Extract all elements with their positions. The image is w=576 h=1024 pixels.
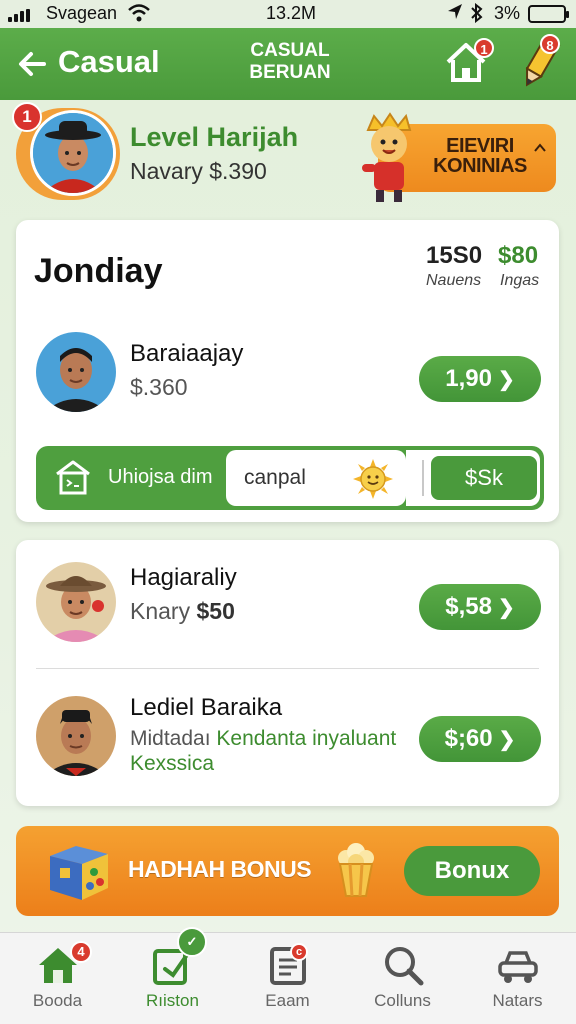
- carrier-name: Svagean: [46, 3, 118, 23]
- stat-label-2: Ingas: [500, 272, 540, 289]
- bluetooth-icon: [470, 2, 484, 28]
- level-badge: 1: [12, 102, 42, 132]
- header-subtitle: CASUAL BERUAN: [230, 40, 350, 84]
- person-balance: $.360: [130, 374, 188, 400]
- gift-box-icon: [46, 842, 112, 902]
- status-bar: Svagean 13.2M 3%: [0, 0, 576, 28]
- person-details-highlight: Kendanta inyaluant: [216, 727, 397, 750]
- edit-button[interactable]: 8: [516, 34, 566, 90]
- chevron-right-icon: ❯: [497, 597, 515, 619]
- amount-button[interactable]: 1,90 ❯: [419, 356, 541, 402]
- amount-label: $,58: [445, 593, 492, 620]
- bottom-tab-bar: 4 Booda ✓ Rıiston c Eaam Colluns Natars: [0, 927, 576, 1024]
- user-portrait-icon: [36, 562, 116, 642]
- level-row: 1 Level Harijah Navary $.390 EIEVIRI KON…: [0, 100, 576, 212]
- tab-exam[interactable]: c Eaam: [230, 933, 345, 1024]
- level-balance: Navary $.390: [130, 158, 267, 184]
- check-circle-icon: ✓: [177, 927, 207, 957]
- tab-search-label: Colluns: [374, 991, 431, 1010]
- car-icon: [498, 951, 538, 983]
- wifi-icon: [128, 3, 150, 28]
- user-portrait-icon: [36, 332, 116, 412]
- tab-home-label: Booda: [32, 991, 83, 1010]
- store-icon: [54, 458, 92, 496]
- tab-tasks[interactable]: ✓ Rıiston: [115, 927, 230, 1024]
- chevron-up-icon: [534, 140, 546, 156]
- action-submit-button[interactable]: $Sk: [431, 456, 537, 500]
- level-title: Level Harijah: [130, 122, 299, 152]
- card-title: Jondiay: [34, 252, 163, 290]
- divider: [422, 460, 424, 496]
- clock: 13.2M: [266, 3, 317, 23]
- tab-home[interactable]: 4 Booda: [0, 933, 115, 1024]
- location-icon: [447, 3, 463, 26]
- bonus-label: HADHAH BONUS: [128, 856, 312, 882]
- mascot-icon: [354, 110, 424, 206]
- promo-line2: KONINIAS: [433, 155, 527, 177]
- tab-exam-label: Eaam: [265, 991, 310, 1010]
- tab-vehicles-label: Natars: [492, 991, 543, 1010]
- person-balance: Knary $50: [130, 598, 235, 625]
- user-portrait-icon: [33, 113, 113, 193]
- bonus-banner: HADHAH BONUS Bonux: [16, 826, 559, 916]
- action-bar: Uhiojsa dim canpal $Sk: [36, 446, 544, 510]
- people-list-card: Hagiaraliy Knary $50 $,58 ❯ Lediel Baraik…: [16, 540, 559, 806]
- tab-vehicles[interactable]: Natars: [460, 933, 575, 1024]
- battery-icon: [528, 5, 569, 23]
- tab-exam-badge: c: [290, 943, 308, 961]
- tab-tasks-label: Rıiston: [146, 991, 199, 1010]
- divider: [36, 668, 539, 669]
- user-portrait-icon: [36, 696, 116, 776]
- amount-label: 1,90: [445, 365, 492, 392]
- amount-button[interactable]: $,58 ❯: [419, 584, 541, 630]
- stat-label-1: Nauens: [426, 272, 482, 289]
- battery-percent: 3%: [494, 3, 521, 23]
- popcorn-icon: [334, 842, 378, 898]
- stat-value-1: 15S0: [426, 242, 483, 269]
- header-subtitle-line1: CASUAL: [250, 40, 330, 61]
- amount-button[interactable]: $;60 ❯: [419, 716, 541, 762]
- bonus-button[interactable]: Bonux: [404, 846, 540, 896]
- stat-value-2: $80: [498, 242, 539, 269]
- chevron-right-icon: ❯: [498, 729, 516, 751]
- home-badge: 1: [474, 38, 494, 58]
- back-arrow-icon[interactable]: [16, 48, 48, 80]
- edit-badge: 8: [540, 34, 560, 54]
- header-title: Casual: [58, 44, 160, 79]
- person-details: Midtadaı Kendanta inyaluant Kexssica: [130, 726, 396, 776]
- chevron-right-icon: ❯: [497, 369, 515, 391]
- person-balance-prefix: Knary: [130, 598, 191, 624]
- signal-icon: [8, 9, 30, 22]
- sun-face-icon: [352, 458, 394, 500]
- person-balance-amount: $50: [196, 598, 235, 624]
- header-subtitle-line2: BERUAN: [249, 62, 331, 83]
- avatar: [36, 562, 116, 642]
- person-details-prefix: Midtadaı: [130, 727, 211, 750]
- person-name: Baraiaajay: [130, 340, 244, 367]
- action-label: Uhiojsa dim: [108, 466, 213, 488]
- summary-card: Jondiay 15S0 Nauens $80 Ingas Baraiaajay…: [16, 220, 559, 522]
- action-input-value: canpal: [244, 466, 306, 489]
- person-name: Hagiaraliy: [130, 564, 237, 591]
- home-button[interactable]: 1: [444, 38, 494, 88]
- person-name: Lediel Baraika: [130, 694, 283, 721]
- avatar[interactable]: [30, 110, 116, 196]
- person-details-highlight-2: Kexssica: [130, 752, 215, 775]
- action-input[interactable]: canpal: [226, 450, 406, 506]
- search-icon: [385, 947, 424, 986]
- tab-home-badge: 4: [70, 941, 92, 963]
- amount-label: $;60: [444, 725, 493, 752]
- promo-line1: EIEVIRI: [446, 135, 514, 157]
- avatar[interactable]: [36, 332, 116, 412]
- promo-text: EIEVIRI KONINIAS: [410, 136, 550, 176]
- app-header: Casual CASUAL BERUAN 1 8: [0, 28, 576, 100]
- tab-search[interactable]: Colluns: [345, 933, 460, 1024]
- avatar: [36, 696, 116, 776]
